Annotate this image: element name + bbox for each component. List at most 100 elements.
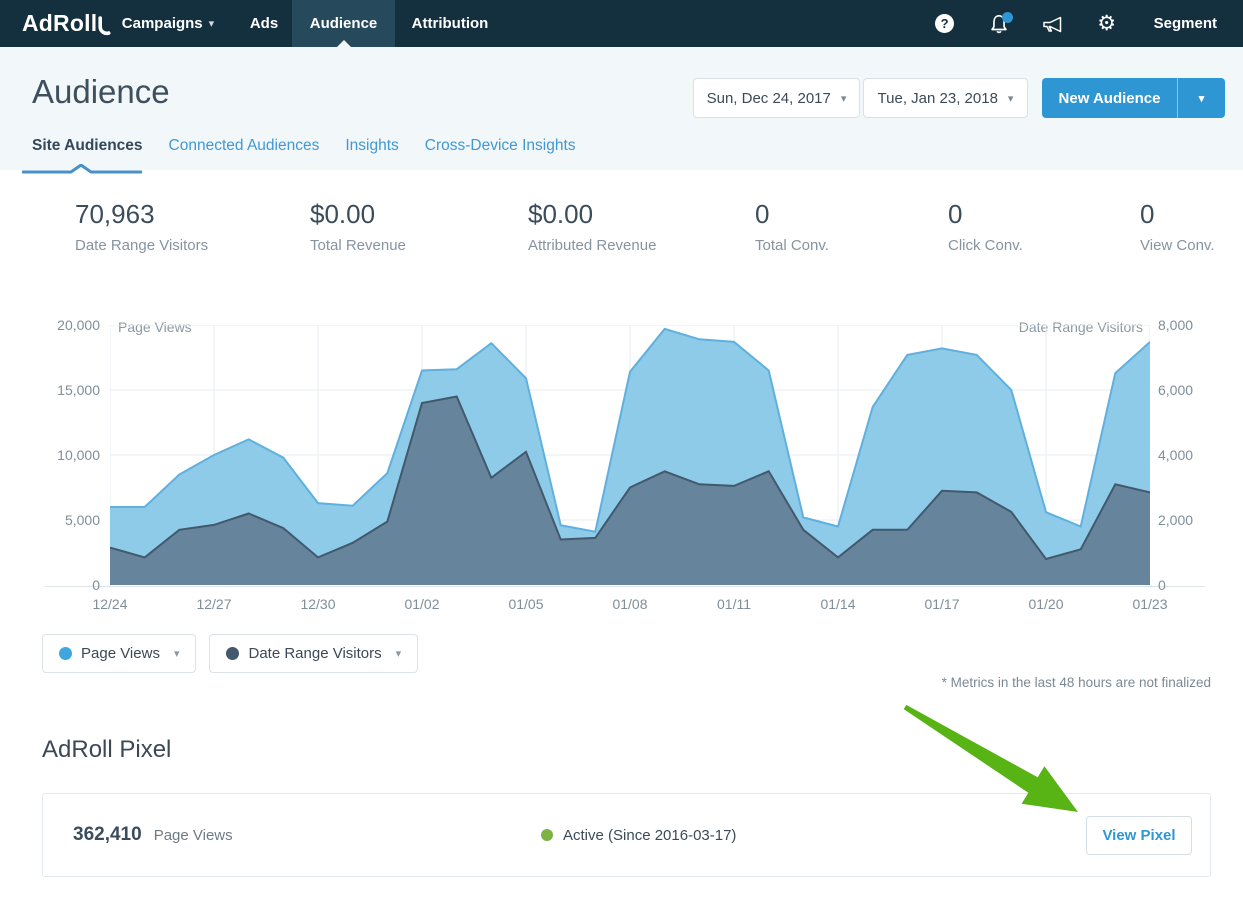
chevron-down-icon: ▾ [1008, 92, 1014, 105]
metrics-footnote: * Metrics in the last 48 hours are not f… [942, 675, 1211, 690]
x-axis-baseline [45, 586, 1205, 587]
pixel-page-views: 362,410 Page Views [73, 794, 233, 876]
page-title: Audience [32, 73, 170, 111]
status-dot-icon [541, 829, 553, 841]
stat-value: $0.00 [310, 200, 406, 230]
page-header: Audience Sun, Dec 24, 2017 ▾ Tue, Jan 23… [0, 47, 1243, 170]
stat-label: View Conv. [1140, 237, 1214, 254]
chevron-down-icon: ▾ [209, 17, 215, 30]
y-axis-right-tick: 6,000 [1158, 383, 1193, 397]
new-audience-dropdown-button[interactable]: ▾ [1177, 78, 1225, 118]
gear-icon: ⚙ [1097, 13, 1116, 34]
y-axis-left-tick: 5,000 [10, 513, 100, 527]
stat-label: Date Range Visitors [75, 237, 208, 254]
pixel-status: Active (Since 2016-03-17) [541, 794, 736, 876]
end-date-select[interactable]: Tue, Jan 23, 2018 ▾ [863, 78, 1028, 118]
pixel-page-views-label: Page Views [154, 827, 233, 844]
view-pixel-button[interactable]: View Pixel [1086, 816, 1192, 855]
pixel-card: 362,410 Page Views Active (Since 2016-03… [42, 793, 1211, 877]
tab-site-audiences-label: Site Audiences [32, 137, 143, 154]
account-menu[interactable]: Segment [1154, 15, 1217, 32]
logo-curl-icon [98, 16, 111, 38]
y-axis-left-tick: 0 [10, 578, 100, 592]
audience-tabs: Site Audiences Connected Audiences Insig… [32, 137, 576, 170]
tab-insights[interactable]: Insights [345, 137, 398, 170]
help-button[interactable]: ? [932, 11, 958, 37]
y-axis-right-tick: 4,000 [1158, 448, 1193, 462]
chevron-down-icon: ▾ [841, 92, 847, 105]
nav-campaigns-label: Campaigns [122, 15, 203, 32]
legend-page-views-select[interactable]: Page Views ▾ [42, 634, 196, 673]
date-range-visitors-dot-icon [226, 647, 239, 660]
traffic-chart: Page Views Date Range Visitors 05,00010,… [0, 310, 1243, 615]
pixel-page-views-value: 362,410 [73, 824, 142, 846]
stat-total-revenue: $0.00 Total Revenue [310, 200, 406, 254]
stat-label: Attributed Revenue [528, 237, 656, 254]
top-navbar: AdRoll Campaigns ▾ Ads Audience Attribut… [0, 0, 1243, 47]
navbar-right-group: ? ⚙ Segment [932, 0, 1243, 47]
page-views-dot-icon [59, 647, 72, 660]
chart-legend: Page Views ▾ Date Range Visitors ▾ [42, 634, 418, 673]
y-axis-right-tick: 2,000 [1158, 513, 1193, 527]
nav-attribution[interactable]: Attribution [402, 0, 498, 47]
adroll-logo-text: AdRoll [22, 10, 97, 37]
stat-label: Click Conv. [948, 237, 1023, 254]
x-axis-tick: 01/08 [598, 596, 662, 612]
announcements-button[interactable] [1040, 11, 1066, 37]
nav-campaigns[interactable]: Campaigns ▾ [118, 0, 218, 47]
stat-total-conv: 0 Total Conv. [755, 200, 829, 254]
nav-audience[interactable]: Audience [292, 0, 395, 47]
y-axis-right-tick: 0 [1158, 578, 1166, 592]
legend-label: Page Views [81, 645, 160, 662]
y-axis-left-tick: 10,000 [10, 448, 100, 462]
pixel-status-text: Active (Since 2016-03-17) [563, 827, 736, 844]
stat-label: Total Conv. [755, 237, 829, 254]
x-axis-tick: 01/17 [910, 596, 974, 612]
end-date-value: Tue, Jan 23, 2018 [878, 90, 998, 107]
x-axis-tick: 12/24 [78, 596, 142, 612]
stat-label: Total Revenue [310, 237, 406, 254]
y-axis-left-tick: 20,000 [10, 318, 100, 332]
x-axis-tick: 01/05 [494, 596, 558, 612]
tab-site-audiences[interactable]: Site Audiences [32, 137, 143, 170]
start-date-value: Sun, Dec 24, 2017 [707, 90, 831, 107]
stat-attributed-revenue: $0.00 Attributed Revenue [528, 200, 656, 254]
new-audience-button[interactable]: New Audience [1042, 78, 1177, 118]
y-axis-right-tick: 8,000 [1158, 318, 1193, 332]
area-chart-plot[interactable] [110, 325, 1150, 585]
tab-cross-device-insights[interactable]: Cross-Device Insights [425, 137, 576, 170]
stat-value: 70,963 [75, 200, 208, 230]
x-axis-tick: 01/20 [1014, 596, 1078, 612]
x-axis-tick: 01/23 [1118, 596, 1182, 612]
new-audience-split-button: New Audience ▾ [1042, 78, 1225, 118]
active-nav-notch [337, 40, 351, 47]
chevron-down-icon: ▾ [174, 647, 180, 660]
pixel-section-title: AdRoll Pixel [42, 736, 171, 764]
stat-value: 0 [1140, 200, 1214, 230]
legend-date-range-visitors-select[interactable]: Date Range Visitors ▾ [209, 634, 418, 673]
stat-value: 0 [755, 200, 829, 230]
x-axis-tick: 01/11 [702, 596, 766, 612]
chevron-down-icon: ▾ [396, 647, 402, 660]
notifications-button[interactable] [986, 11, 1012, 37]
stat-view-conv: 0 View Conv. [1140, 200, 1214, 254]
stat-value: $0.00 [528, 200, 656, 230]
settings-button[interactable]: ⚙ [1094, 11, 1120, 37]
app-root: AdRoll Campaigns ▾ Ads Audience Attribut… [0, 0, 1243, 900]
stat-value: 0 [948, 200, 1023, 230]
adroll-logo[interactable]: AdRoll [22, 0, 111, 47]
notification-badge [1002, 12, 1013, 23]
help-icon: ? [935, 14, 954, 33]
x-axis-tick: 12/27 [182, 596, 246, 612]
tab-connected-audiences[interactable]: Connected Audiences [169, 137, 320, 170]
y-axis-left-tick: 15,000 [10, 383, 100, 397]
x-axis-tick: 12/30 [286, 596, 350, 612]
stat-date-range-visitors: 70,963 Date Range Visitors [75, 200, 208, 254]
x-axis-tick: 01/02 [390, 596, 454, 612]
stat-click-conv: 0 Click Conv. [948, 200, 1023, 254]
nav-audience-label: Audience [310, 15, 378, 32]
start-date-select[interactable]: Sun, Dec 24, 2017 ▾ [693, 78, 860, 118]
megaphone-icon [1041, 13, 1065, 35]
active-tab-underline [22, 164, 142, 174]
nav-ads[interactable]: Ads [236, 0, 292, 47]
